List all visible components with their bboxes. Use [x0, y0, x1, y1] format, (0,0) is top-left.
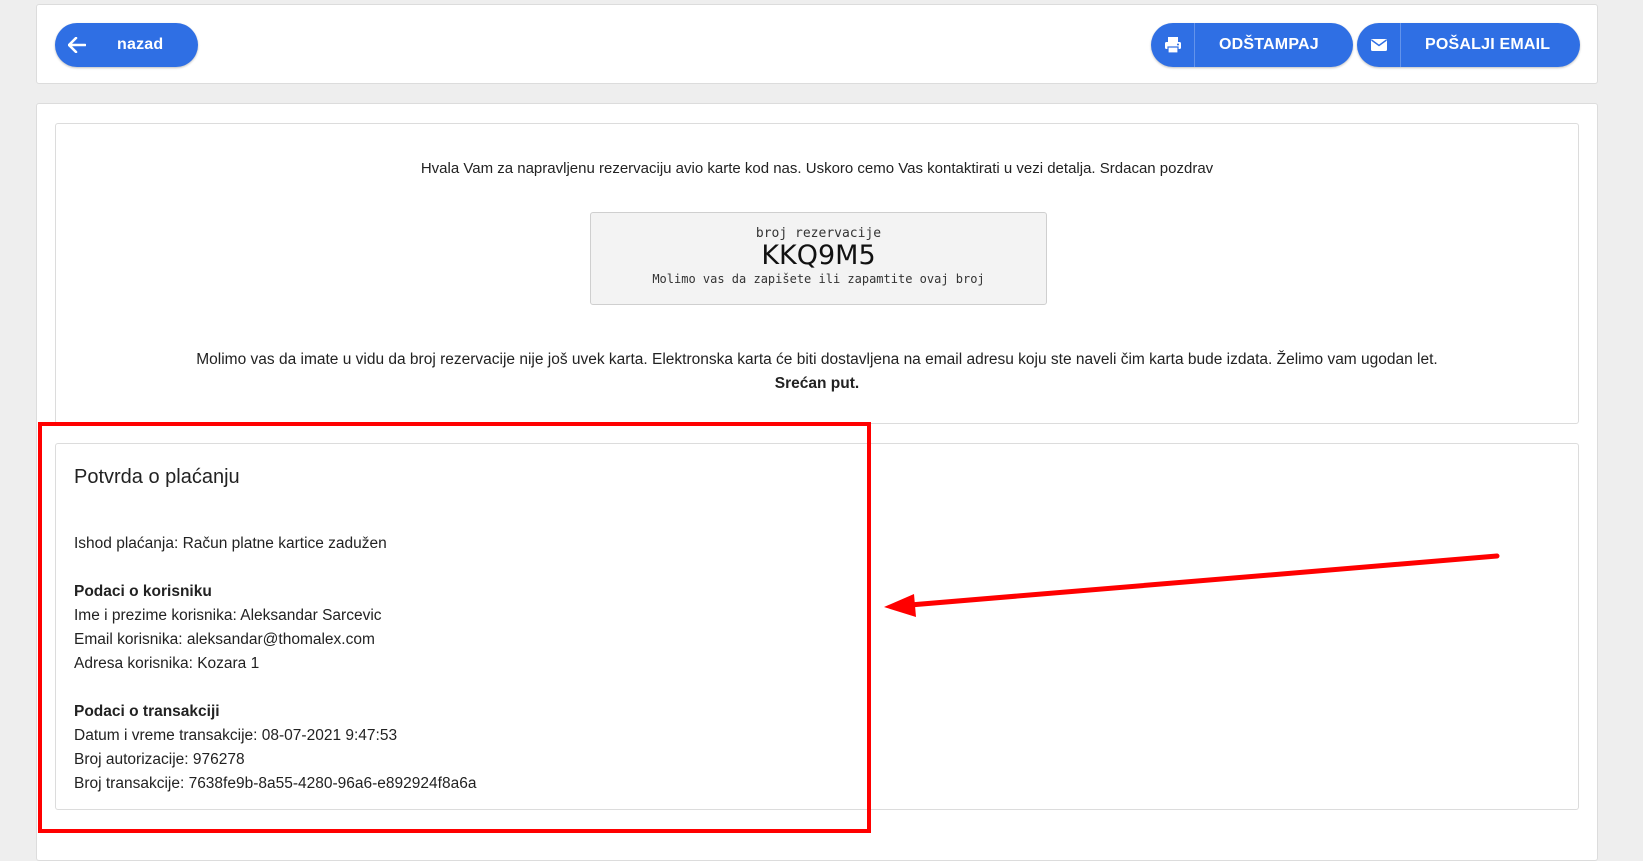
reservation-number-label: broj rezervacije [755, 226, 882, 241]
user-name: Ime i prezime korisnika: Aleksandar Sarc… [74, 607, 382, 624]
printer-icon [1151, 23, 1195, 67]
envelope-icon [1357, 23, 1401, 67]
back-button[interactable]: nazad [55, 23, 198, 67]
payment-title: Potvrda o plaćanju [74, 466, 240, 488]
transaction-datetime: Datum i vreme transakcije: 08-07-2021 9:… [74, 727, 398, 744]
user-email: Email korisnika: aleksandar@thomalex.com [74, 631, 375, 648]
payment-details: Ishod plaćanja: Račun platne kartice zad… [74, 532, 476, 796]
print-button[interactable]: ODŠTAMPAJ [1151, 23, 1353, 67]
transaction-number: Broj transakcije: 7638fe9b-8a55-4280-96a… [74, 775, 477, 792]
farewell-text: Srećan put. [774, 375, 860, 392]
reservation-note: Molimo vas da zapišete ili zapamtite ova… [652, 272, 985, 286]
payment-outcome: Ishod plaćanja: Račun platne kartice zad… [74, 535, 387, 552]
user-section-heading: Podaci o korisniku [74, 583, 212, 600]
transaction-section-heading: Podaci o transakciji [74, 703, 220, 720]
ticket-notice: Molimo vas da imate u vidu da broj rezer… [56, 348, 1578, 396]
ticket-notice-text: Molimo vas da imate u vidu da broj rezer… [196, 351, 1438, 368]
back-button-label: nazad [117, 36, 164, 53]
arrow-left-icon [55, 23, 99, 67]
user-address: Adresa korisnika: Kozara 1 [74, 655, 260, 672]
reservation-confirmation-card: Hvala Vam za napravljenu rezervaciju avi… [55, 123, 1579, 424]
send-email-button-label: POŠALJI EMAIL [1425, 36, 1551, 53]
print-button-label: ODŠTAMPAJ [1219, 36, 1319, 53]
main-panel: Hvala Vam za napravljenu rezervaciju avi… [36, 103, 1598, 861]
payment-confirmation-card: Potvrda o plaćanju Ishod plaćanja: Račun… [55, 443, 1579, 810]
authorization-number: Broj autorizacije: 976278 [74, 751, 245, 768]
reservation-code: KKQ9M5 [761, 240, 876, 271]
reservation-number-box: broj rezervacije KKQ9M5 Molimo vas da za… [590, 212, 1047, 305]
send-email-button[interactable]: POŠALJI EMAIL [1357, 23, 1580, 67]
thank-you-message: Hvala Vam za napravljenu rezervaciju avi… [420, 160, 1214, 177]
top-toolbar: nazad ODŠTAMPAJ POŠALJI EMAIL [36, 4, 1598, 84]
